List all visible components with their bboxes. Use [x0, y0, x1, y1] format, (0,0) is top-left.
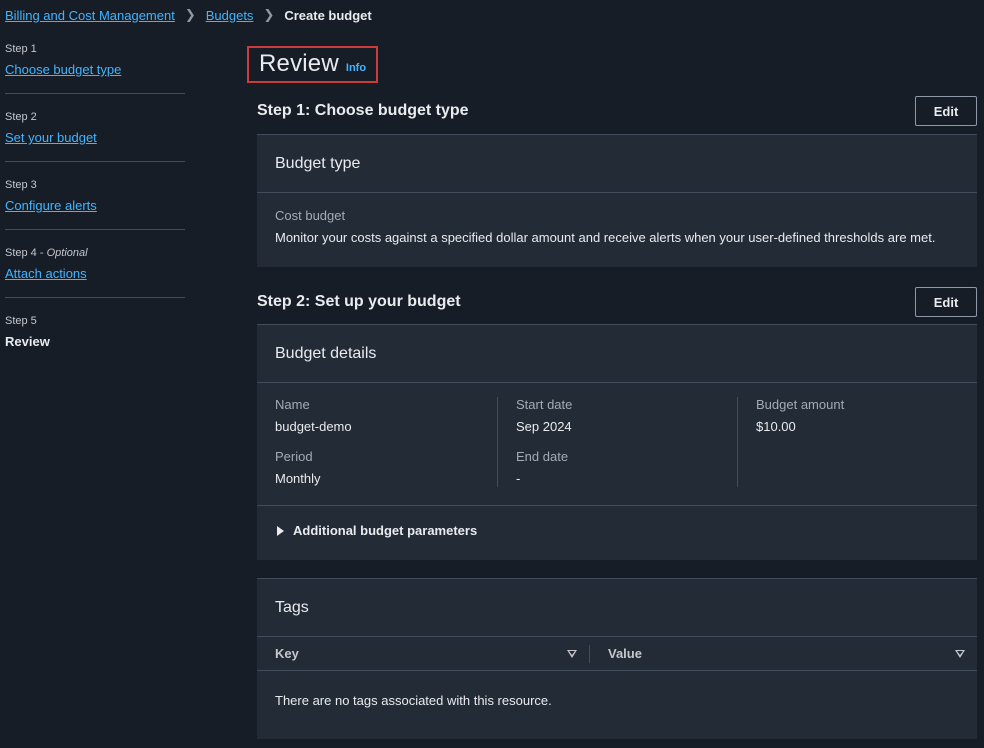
details-column-3: Budget amount $10.00	[737, 397, 977, 487]
period-field: Period Monthly	[275, 449, 497, 487]
step-link-set-your-budget[interactable]: Set your budget	[5, 130, 97, 145]
name-key: Name	[275, 397, 310, 412]
page-title: Review	[259, 50, 339, 77]
step-number: Step 5	[5, 315, 37, 327]
step-number: Step 3	[5, 179, 37, 191]
section-step1-header: Step 1: Choose budget type Edit	[257, 96, 977, 126]
budget-details-grid: Name budget-demo Period Monthly Start da…	[257, 383, 977, 505]
period-key: Period	[275, 449, 313, 464]
budget-type-key: Cost budget	[275, 208, 346, 223]
tags-card: Tags Key Value There are no tags associa…	[257, 578, 977, 739]
details-column-1: Name budget-demo Period Monthly	[257, 397, 497, 487]
step-link-attach-actions[interactable]: Attach actions	[5, 266, 87, 281]
budget-type-description: Monitor your costs against a specified d…	[275, 230, 936, 245]
start-date-field: Start date Sep 2024	[516, 397, 737, 435]
breadcrumb-current: Create budget	[284, 7, 372, 23]
budget-details-card: Budget details Name budget-demo Period M…	[257, 324, 977, 560]
breadcrumb-budgets-link[interactable]: Budgets	[206, 8, 254, 23]
wizard-step-4: Step 4 - Optional Attach actions	[5, 246, 185, 298]
step-link-choose-budget-type[interactable]: Choose budget type	[5, 62, 121, 77]
details-column-2: Start date Sep 2024 End date -	[497, 397, 737, 487]
card-title: Budget type	[257, 135, 977, 193]
info-link[interactable]: Info	[346, 62, 366, 74]
page-title-container: Review Info	[247, 46, 379, 83]
card-title: Budget details	[257, 325, 977, 383]
wizard-step-2: Step 2 Set your budget	[5, 110, 185, 162]
budget-amount-field: Budget amount $10.00	[756, 397, 977, 435]
name-value: budget-demo	[275, 419, 352, 434]
step-number: Step 1	[5, 43, 37, 55]
end-date-field: End date -	[516, 449, 737, 487]
start-date-value: Sep 2024	[516, 419, 572, 434]
step-link-configure-alerts[interactable]: Configure alerts	[5, 198, 97, 213]
chevron-right-icon: ❯	[184, 7, 196, 22]
empty-state-message: There are no tags associated with this r…	[275, 693, 552, 708]
column-header-key[interactable]: Key	[257, 644, 590, 663]
step-number-text: Step 4	[5, 247, 37, 259]
tags-table-header: Key Value	[257, 637, 977, 671]
expand-label: Additional budget parameters	[293, 523, 478, 538]
end-date-key: End date	[516, 449, 569, 464]
step-number: Step 2	[5, 111, 37, 123]
start-date-key: Start date	[516, 397, 573, 412]
step-current-review: Review	[5, 334, 50, 349]
sort-down-icon	[955, 649, 965, 658]
optional-label: Optional	[46, 247, 88, 259]
card-title: Tags	[257, 579, 977, 637]
card-body: Cost budget Monitor your costs against a…	[257, 193, 977, 260]
wizard-step-nav: Step 1 Choose budget type Step 2 Set you…	[5, 42, 185, 381]
budget-amount-key: Budget amount	[756, 397, 845, 412]
budget-type-card: Budget type Cost budget Monitor your cos…	[257, 134, 977, 267]
end-date-value: -	[516, 471, 521, 486]
section-title-step2: Step 2: Set up your budget	[257, 293, 461, 310]
chevron-right-icon: ❯	[263, 7, 275, 22]
caret-right-icon	[277, 525, 284, 536]
column-header-value[interactable]: Value	[590, 637, 977, 670]
wizard-step-3: Step 3 Configure alerts	[5, 178, 185, 230]
period-value: Monthly	[275, 471, 321, 486]
wizard-step-1: Step 1 Choose budget type	[5, 42, 185, 94]
name-field: Name budget-demo	[275, 397, 497, 435]
section-step2-header: Step 2: Set up your budget Edit	[257, 287, 977, 317]
column-label: Key	[275, 646, 299, 661]
additional-budget-parameters-toggle[interactable]: Additional budget parameters	[257, 505, 977, 555]
sort-down-icon	[567, 649, 577, 658]
edit-step2-button[interactable]: Edit	[915, 287, 977, 317]
breadcrumb-billing-link[interactable]: Billing and Cost Management	[5, 8, 175, 23]
step-number: Step 4 - Optional	[5, 247, 88, 259]
edit-step1-button[interactable]: Edit	[915, 96, 977, 126]
section-title-step1: Step 1: Choose budget type	[257, 102, 469, 119]
column-label: Value	[608, 646, 642, 661]
budget-amount-value: $10.00	[756, 419, 796, 434]
wizard-step-5: Step 5 Review	[5, 314, 185, 365]
breadcrumb: Billing and Cost Management ❯ Budgets ❯ …	[5, 7, 372, 23]
